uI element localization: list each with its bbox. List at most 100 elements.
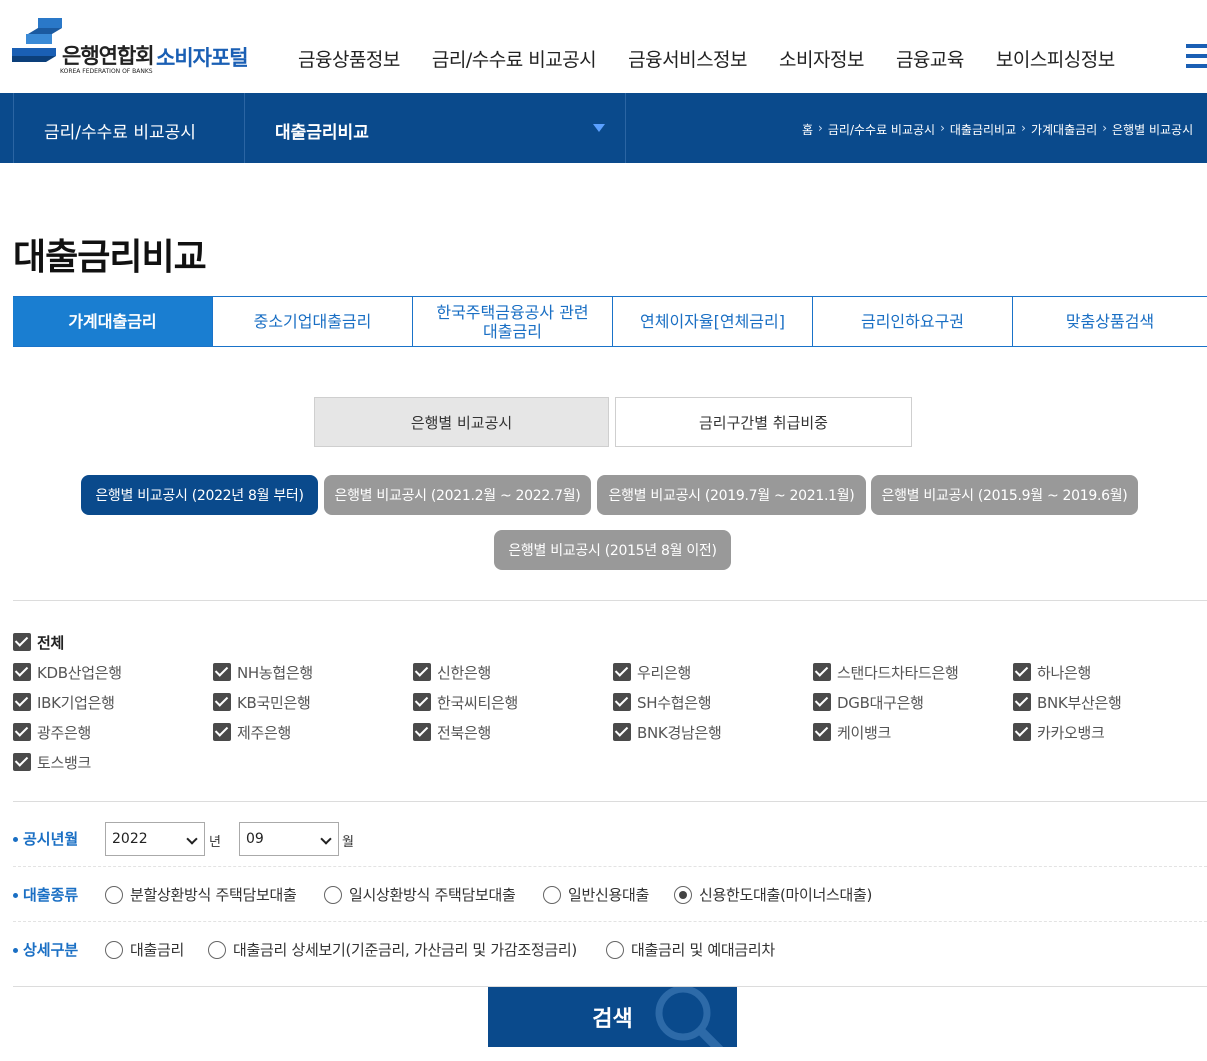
checkbox-bank[interactable]: KDB산업은행 [13, 662, 122, 682]
tab-household-loan-rate[interactable]: 가계대출금리 [13, 297, 213, 346]
detail-row-label: 상세구분 [13, 939, 78, 960]
radio-detail-loan-rate[interactable]: 대출금리 [105, 939, 184, 960]
radio-loan-credit-line[interactable]: 신용한도대출(마이너스대출) [674, 884, 872, 905]
tab-hf-loan-rate[interactable]: 한국주택금융공사 관련 대출금리 [413, 297, 613, 346]
radio-label: 일반신용대출 [568, 886, 650, 904]
bullet-icon [13, 837, 18, 842]
main-nav: 금융상품정보 금리/수수료 비교공시 금융서비스정보 소비자정보 금융교육 보이… [298, 45, 1147, 72]
period-button-2022-08[interactable]: 은행별 비교공시 (2022년 8월 부터) [81, 475, 318, 515]
nav-item-rate-disclosure[interactable]: 금리/수수료 비교공시 [432, 45, 597, 72]
search-button[interactable]: 검색 [488, 987, 737, 1047]
nav-item-voice-phishing[interactable]: 보이스피싱정보 [996, 45, 1115, 72]
tab-sme-loan-rate[interactable]: 중소기업대출금리 [213, 297, 413, 346]
checkbox-bank[interactable]: 제주은행 [213, 722, 291, 742]
checkbox-label: 토스뱅크 [37, 753, 92, 772]
radio-loan-general-credit[interactable]: 일반신용대출 [543, 884, 649, 905]
radio-label: 대출금리 및 예대금리차 [631, 941, 775, 959]
nav-item-financial-services[interactable]: 금융서비스정보 [628, 45, 747, 72]
checkbox-bank[interactable]: DGB대구은행 [813, 692, 924, 712]
period-button-2021-02[interactable]: 은행별 비교공시 (2021.2월 ~ 2022.7월) [324, 475, 591, 515]
breadcrumb-item[interactable]: 금리/수수료 비교공시 [828, 121, 935, 138]
checkbox-bank[interactable]: 한국씨티은행 [413, 692, 518, 712]
year-select[interactable]: 2022 [105, 822, 205, 856]
subsection-dropdown[interactable]: 대출금리비교 [245, 93, 626, 163]
month-value: 09 [246, 831, 264, 847]
checkbox-bank[interactable]: 우리은행 [613, 662, 691, 682]
tab-overdue-rate[interactable]: 연체이자율[연체금리] [613, 297, 813, 346]
radio-icon [606, 940, 624, 959]
checkbox-label: 스탠다드차타드은행 [837, 663, 959, 682]
section-selector[interactable]: 금리/수수료 비교공시 [13, 93, 245, 163]
logo[interactable]: 은행연합회 KOREA FEDERATION OF BANKS 소비자포털 [12, 14, 262, 80]
checkbox-checked-icon [213, 723, 231, 741]
breadcrumb-item-current: 은행별 비교공시 [1112, 123, 1194, 137]
checkbox-label: 케이뱅크 [837, 723, 892, 742]
nav-item-consumer-info[interactable]: 소비자정보 [779, 45, 864, 72]
checkbox-bank[interactable]: 하나은행 [1013, 662, 1091, 682]
nav-item-financial-products[interactable]: 금융상품정보 [298, 45, 400, 72]
checkbox-bank[interactable]: BNK부산은행 [1013, 692, 1122, 712]
radio-label: 대출금리 [130, 941, 185, 959]
radio-loan-bullet-mortgage[interactable]: 일시상환방식 주택담보대출 [324, 884, 516, 905]
toggle-bank-comparison[interactable]: 은행별 비교공시 [314, 397, 609, 447]
chevron-right-icon: › [1021, 121, 1026, 135]
month-select[interactable]: 09 [239, 822, 339, 856]
checkbox-bank[interactable]: NH농협은행 [213, 662, 313, 682]
checkbox-label: KB국민은행 [237, 693, 311, 712]
checkbox-bank[interactable]: 전북은행 [413, 722, 491, 742]
tab-rate-cut-request[interactable]: 금리인하요구권 [813, 297, 1013, 346]
checkbox-label: 제주은행 [237, 723, 292, 742]
checkbox-bank[interactable]: 토스뱅크 [13, 752, 91, 772]
loan-type-label-text: 대출종류 [23, 886, 79, 904]
radio-loan-installment-mortgage[interactable]: 분할상환방식 주택담보대출 [105, 884, 297, 905]
checkbox-checked-icon [1013, 663, 1031, 681]
radio-detail-rate-breakdown[interactable]: 대출금리 상세보기(기준금리, 가산금리 및 가감조정금리) [208, 939, 577, 960]
checkbox-checked-icon [813, 693, 831, 711]
bullet-icon [13, 948, 18, 953]
logo-portal-text: 소비자포털 [156, 46, 249, 70]
loan-type-row-label: 대출종류 [13, 884, 78, 905]
checkbox-label: IBK기업은행 [37, 693, 115, 712]
chevron-down-icon [320, 833, 332, 845]
checkbox-bank[interactable]: 카카오뱅크 [1013, 722, 1105, 742]
checkbox-all[interactable]: 전체 [13, 632, 64, 652]
checkbox-checked-icon [1013, 723, 1031, 741]
breadcrumb-item[interactable]: 대출금리비교 [950, 121, 1016, 138]
radio-label: 분할상환방식 주택담보대출 [130, 886, 297, 904]
page-title: 대출금리비교 [13, 237, 207, 278]
breadcrumb-item-home[interactable]: 홈 [802, 121, 813, 138]
year-unit: 년 [209, 835, 221, 850]
checkbox-bank[interactable]: 케이뱅크 [813, 722, 891, 742]
toggle-rate-range-share[interactable]: 금리구간별 취급비중 [615, 397, 912, 447]
checkbox-bank[interactable]: 스탠다드차타드은행 [813, 662, 959, 682]
breadcrumb-item[interactable]: 가계대출금리 [1031, 121, 1097, 138]
radio-detail-rate-spread[interactable]: 대출금리 및 예대금리차 [606, 939, 775, 960]
tab-custom-search[interactable]: 맞춤상품검색 [1013, 297, 1207, 346]
checkbox-bank[interactable]: KB국민은행 [213, 692, 311, 712]
checkbox-label: 우리은행 [637, 663, 692, 682]
checkbox-checked-icon [813, 663, 831, 681]
period-button-before-2015-08[interactable]: 은행별 비교공시 (2015년 8월 이전) [494, 530, 731, 570]
checkbox-bank[interactable]: BNK경남은행 [613, 722, 722, 742]
checkbox-checked-icon [13, 753, 31, 771]
checkbox-checked-icon [613, 693, 631, 711]
period-button-2015-09[interactable]: 은행별 비교공시 (2015.9월 ~ 2019.6월) [871, 475, 1138, 515]
chevron-right-icon: › [818, 121, 823, 135]
checkbox-checked-icon [213, 663, 231, 681]
checkbox-bank[interactable]: 신한은행 [413, 662, 491, 682]
radio-icon [543, 885, 561, 904]
bullet-icon [13, 893, 18, 898]
checkbox-checked-icon [13, 663, 31, 681]
nav-item-financial-education[interactable]: 금융교육 [896, 45, 964, 72]
radio-selected-icon [674, 885, 692, 904]
checkbox-bank[interactable]: 광주은행 [13, 722, 91, 742]
checkbox-bank[interactable]: IBK기업은행 [13, 692, 115, 712]
menu-icon[interactable] [1186, 44, 1207, 72]
checkbox-checked-icon [13, 633, 31, 651]
period-button-2019-07[interactable]: 은행별 비교공시 (2019.7월 ~ 2021.1월) [597, 475, 866, 515]
year-value: 2022 [112, 831, 148, 847]
checkbox-checked-icon [1013, 693, 1031, 711]
search-icon [655, 987, 723, 1047]
divider [13, 801, 1207, 802]
checkbox-bank[interactable]: SH수협은행 [613, 692, 712, 712]
